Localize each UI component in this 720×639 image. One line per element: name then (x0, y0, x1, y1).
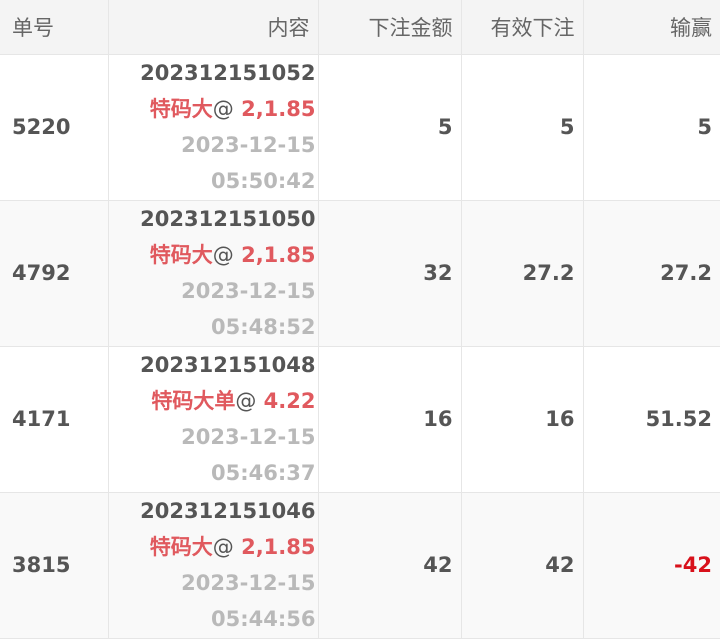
bet-type: 特码大 (149, 535, 213, 559)
at-sign: @ (212, 535, 234, 559)
bet-selection: 特码大@ 2,1.85 (121, 237, 316, 273)
bet-date: 2023-12-15 (181, 571, 316, 595)
header-bet-amount: 下注金额 (317, 0, 461, 55)
content-cell: 202312151052 特码大@ 2,1.85 2023-12-15 05:5… (107, 54, 318, 201)
at-sign: @ (212, 97, 234, 121)
bet-time: 05:46:37 (211, 461, 316, 485)
bet-date: 2023-12-15 (181, 279, 316, 303)
order-id-cell: 3815 (0, 492, 108, 639)
header-valid-bet: 有效下注 (460, 0, 583, 55)
order-id-cell: 4792 (0, 200, 108, 347)
valid-bet-cell: 16 (460, 346, 583, 493)
bet-history-table: 单号 内容 下注金额 有效下注 输赢 5220 202312151052 特码大… (0, 0, 720, 639)
bet-odds: 2,1.85 (241, 535, 316, 559)
valid-bet-cell: 27.2 (460, 200, 583, 347)
order-number: 202312151048 (140, 353, 316, 377)
bet-selection: 特码大@ 2,1.85 (121, 91, 316, 127)
order-number: 202312151046 (140, 499, 316, 523)
bet-time: 05:44:56 (211, 607, 316, 631)
header-order-id: 单号 (0, 0, 108, 55)
at-sign: @ (212, 243, 234, 267)
bet-amount-cell: 32 (317, 200, 461, 347)
content-cell: 202312151048 特码大单@ 4.22 2023-12-15 05:46… (107, 346, 318, 493)
order-number: 202312151052 (140, 61, 316, 85)
bet-amount-cell: 16 (317, 346, 461, 493)
content-cell: 202312151050 特码大@ 2,1.85 2023-12-15 05:4… (107, 200, 318, 347)
table-row[interactable]: 5220 202312151052 特码大@ 2,1.85 2023-12-15… (0, 54, 720, 201)
win-loss-cell: 27.2 (582, 200, 720, 347)
header-content: 内容 (107, 0, 318, 55)
bet-selection: 特码大单@ 4.22 (121, 383, 316, 419)
bet-odds: 2,1.85 (241, 243, 316, 267)
bet-amount-cell: 42 (317, 492, 461, 639)
bet-odds: 4.22 (263, 389, 316, 413)
win-loss-cell: 51.52 (582, 346, 720, 493)
order-number: 202312151050 (140, 207, 316, 231)
bet-date: 2023-12-15 (181, 425, 316, 449)
bet-time: 05:48:52 (211, 315, 316, 339)
bet-time: 05:50:42 (211, 169, 316, 193)
valid-bet-cell: 5 (460, 54, 583, 201)
bet-date: 2023-12-15 (181, 133, 316, 157)
bet-selection: 特码大@ 2,1.85 (121, 529, 316, 565)
bet-amount-cell: 5 (317, 54, 461, 201)
win-loss-cell: 5 (582, 54, 720, 201)
order-id-cell: 4171 (0, 346, 108, 493)
bet-odds: 2,1.85 (241, 97, 316, 121)
table-header-row: 单号 内容 下注金额 有效下注 输赢 (0, 0, 720, 55)
order-id-cell: 5220 (0, 54, 108, 201)
at-sign: @ (235, 389, 257, 413)
valid-bet-cell: 42 (460, 492, 583, 639)
table-row[interactable]: 3815 202312151046 特码大@ 2,1.85 2023-12-15… (0, 492, 720, 639)
content-cell: 202312151046 特码大@ 2,1.85 2023-12-15 05:4… (107, 492, 318, 639)
bet-type: 特码大 (149, 97, 213, 121)
header-win-loss: 输赢 (582, 0, 720, 55)
bet-type: 特码大 (149, 243, 213, 267)
win-loss-cell: -42 (582, 492, 720, 639)
table-row[interactable]: 4171 202312151048 特码大单@ 4.22 2023-12-15 … (0, 346, 720, 493)
table-row[interactable]: 4792 202312151050 特码大@ 2,1.85 2023-12-15… (0, 200, 720, 347)
bet-type: 特码大单 (151, 389, 236, 413)
